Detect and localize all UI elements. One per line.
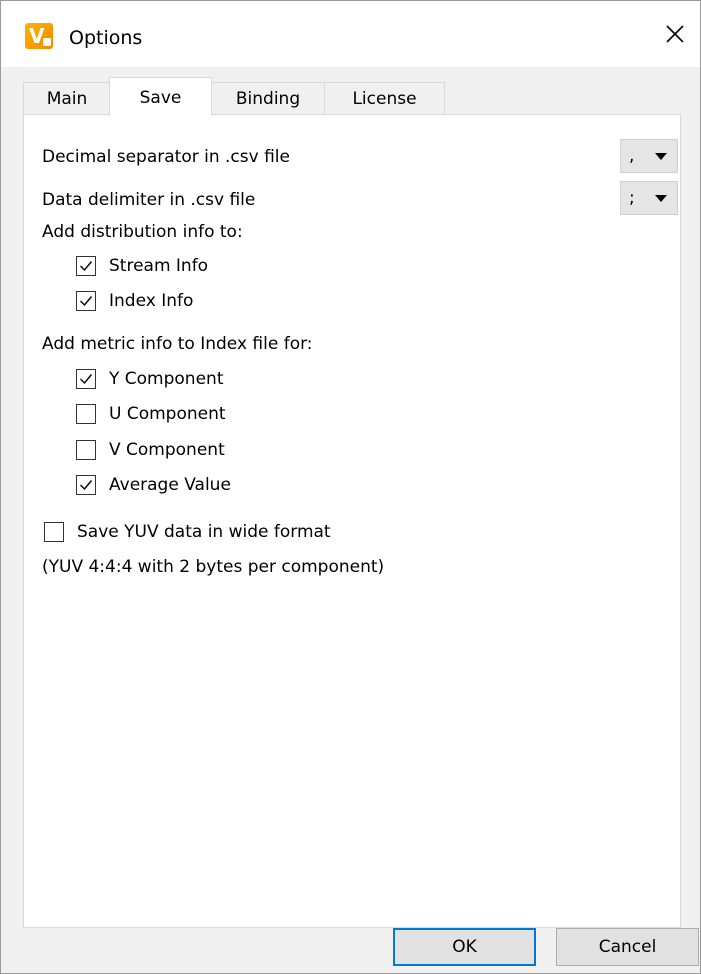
cancel-button[interactable]: Cancel [556, 928, 699, 966]
v-component-label: V Component [109, 440, 225, 460]
y-component-checkbox[interactable] [76, 369, 96, 389]
index-info-label: Index Info [109, 291, 194, 311]
tab-save-label: Save [139, 88, 182, 108]
title-bar: V Options [1, 1, 700, 67]
wide-format-label: Save YUV data in wide format [77, 522, 331, 542]
average-value-checkbox[interactable] [76, 475, 96, 495]
tab-main-label: Main [46, 89, 88, 109]
stream-info-checkbox[interactable] [76, 256, 96, 276]
v-component-checkbox[interactable] [76, 440, 96, 460]
data-delimiter-select[interactable]: ; [620, 181, 678, 215]
close-icon [666, 25, 684, 43]
y-component-label: Y Component [109, 369, 224, 389]
window-title: Options [69, 27, 143, 49]
check-icon [80, 480, 93, 491]
tab-binding[interactable]: Binding [210, 82, 326, 115]
chevron-down-icon [655, 153, 667, 160]
check-icon [80, 296, 93, 307]
options-dialog: V Options Main Save Binding License Deci… [0, 0, 701, 974]
tab-main[interactable]: Main [23, 82, 111, 115]
decimal-separator-label: Decimal separator in .csv file [42, 147, 290, 167]
save-tab-panel: Decimal separator in .csv file , Data de… [23, 114, 681, 928]
check-icon [80, 374, 93, 385]
u-component-checkbox[interactable] [76, 404, 96, 424]
wide-format-note: (YUV 4:4:4 with 2 bytes per component) [42, 557, 385, 577]
tab-license[interactable]: License [324, 82, 445, 115]
average-value-label: Average Value [109, 475, 231, 495]
data-delimiter-value: ; [629, 188, 635, 208]
stream-info-label: Stream Info [109, 256, 209, 276]
check-icon [80, 261, 93, 272]
tab-save[interactable]: Save [109, 77, 212, 116]
decimal-separator-select[interactable]: , [620, 139, 678, 173]
data-delimiter-label: Data delimiter in .csv file [42, 190, 256, 210]
decimal-separator-value: , [629, 146, 635, 166]
ok-button[interactable]: OK [393, 928, 536, 966]
tab-license-label: License [352, 89, 417, 109]
tab-binding-label: Binding [235, 89, 301, 109]
metric-heading: Add metric info to Index file for: [42, 334, 313, 354]
distribution-heading: Add distribution info to: [42, 222, 243, 242]
chevron-down-icon [655, 195, 667, 202]
tab-bar: Main Save Binding License [23, 77, 701, 116]
app-logo-icon: V [25, 23, 53, 49]
u-component-label: U Component [109, 404, 226, 424]
close-button[interactable] [650, 11, 700, 57]
index-info-checkbox[interactable] [76, 291, 96, 311]
wide-format-checkbox[interactable] [44, 522, 64, 542]
